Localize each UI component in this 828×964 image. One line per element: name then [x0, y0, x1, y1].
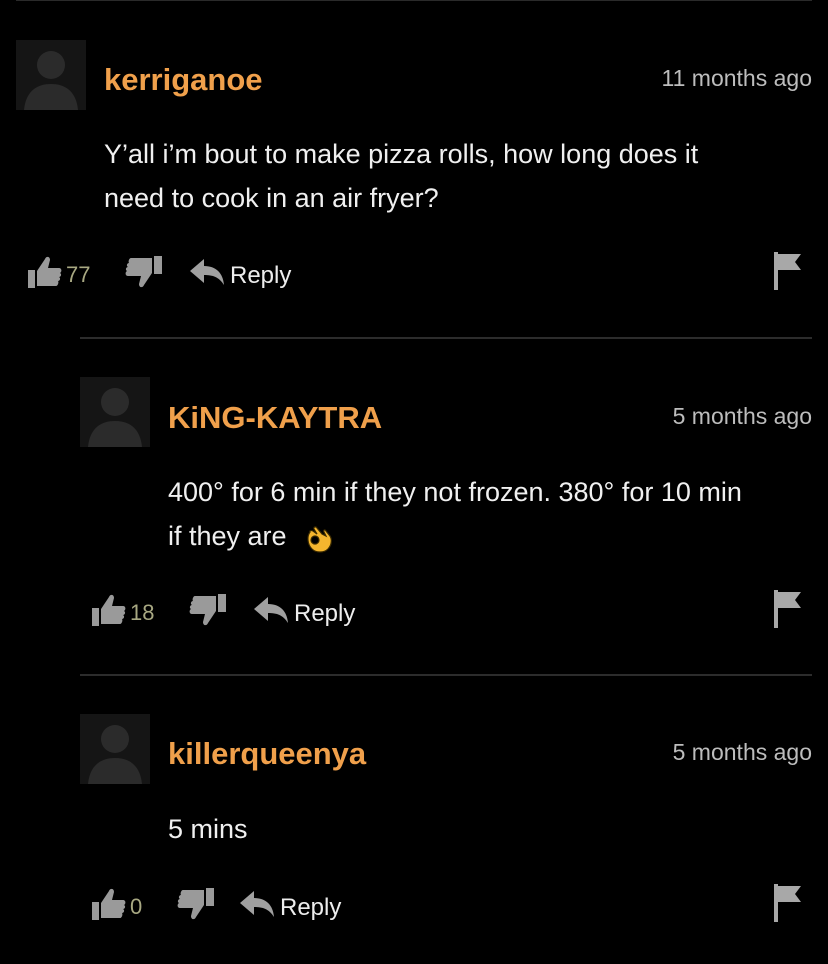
avatar[interactable] — [80, 714, 150, 784]
default-avatar-icon — [80, 714, 150, 784]
flag-icon — [774, 590, 801, 628]
avatar[interactable] — [80, 377, 150, 447]
reply-button[interactable]: Reply — [240, 888, 350, 922]
flag-button[interactable] — [774, 252, 802, 295]
thumbs-down-icon — [177, 888, 214, 920]
reply-arrow-icon — [190, 259, 224, 285]
comment-body: 5 mins — [168, 807, 818, 851]
comment-text-line: 400° for 6 min if they not frozen. 380° … — [168, 477, 742, 507]
dislike-button[interactable] — [188, 594, 226, 633]
comment-body: Y’all i’m bout to make pizza rolls, how … — [104, 132, 804, 220]
comment-text-line: need to cook in an air fryer? — [104, 183, 439, 213]
dislike-button[interactable] — [124, 256, 162, 295]
comment-actions: 18 Reply — [0, 590, 828, 630]
reply-button[interactable]: Reply — [254, 594, 364, 628]
thumbs-up-icon — [92, 594, 126, 626]
comment-text-line: Y’all i’m bout to make pizza rolls, how … — [104, 139, 699, 169]
reply-divider — [80, 337, 812, 339]
comment-text-line-with-emoji: if they are — [168, 514, 818, 558]
comment-reply: KiNG-KAYTRA 5 months ago 400° for 6 min … — [0, 340, 828, 670]
like-count: 0 — [130, 894, 143, 919]
comment-username[interactable]: killerqueenya — [168, 736, 366, 772]
reply-arrow-icon — [254, 597, 288, 623]
comment-actions: 77 Reply — [0, 252, 828, 292]
thumbs-up-icon — [28, 256, 62, 288]
avatar[interactable] — [16, 40, 86, 110]
default-avatar-icon — [16, 40, 86, 110]
thumbs-down-icon — [125, 256, 162, 288]
reply-button[interactable]: Reply — [190, 256, 300, 290]
comment-timestamp: 11 months ago — [661, 65, 812, 91]
like-button[interactable] — [92, 592, 126, 633]
comment-text-line: if they are — [168, 521, 287, 551]
comment-text-line: 5 mins — [168, 814, 248, 844]
comment-reply: killerqueenya 5 months ago 5 mins 0 Repl… — [0, 676, 828, 964]
reply-label: Reply — [230, 262, 292, 289]
like-button[interactable] — [28, 254, 62, 295]
reply-label: Reply — [294, 600, 356, 627]
dislike-button[interactable] — [176, 888, 214, 927]
comment-actions: 0 Reply — [0, 884, 828, 924]
like-count: 18 — [130, 600, 155, 625]
reply-label: Reply — [280, 894, 342, 921]
comment-timestamp: 5 months ago — [672, 403, 812, 429]
comment-username[interactable]: KiNG-KAYTRA — [168, 400, 382, 436]
flag-icon — [774, 884, 801, 922]
thumbs-up-icon — [92, 888, 126, 920]
reply-arrow-icon — [240, 891, 274, 917]
thumbs-down-icon — [189, 594, 226, 626]
comment-thread-root: kerriganoe 11 months ago Y’all i’m bout … — [0, 0, 828, 320]
default-avatar-icon — [80, 377, 150, 447]
like-button[interactable] — [92, 886, 126, 927]
flag-button[interactable] — [774, 590, 802, 633]
flag-button[interactable] — [774, 884, 802, 927]
ok-hand-emoji — [307, 526, 332, 553]
comment-body: 400° for 6 min if they not frozen. 380° … — [168, 470, 818, 558]
comment-timestamp: 5 months ago — [672, 739, 812, 765]
flag-icon — [774, 252, 801, 290]
comment-username[interactable]: kerriganoe — [104, 62, 263, 98]
like-count: 77 — [66, 262, 91, 287]
